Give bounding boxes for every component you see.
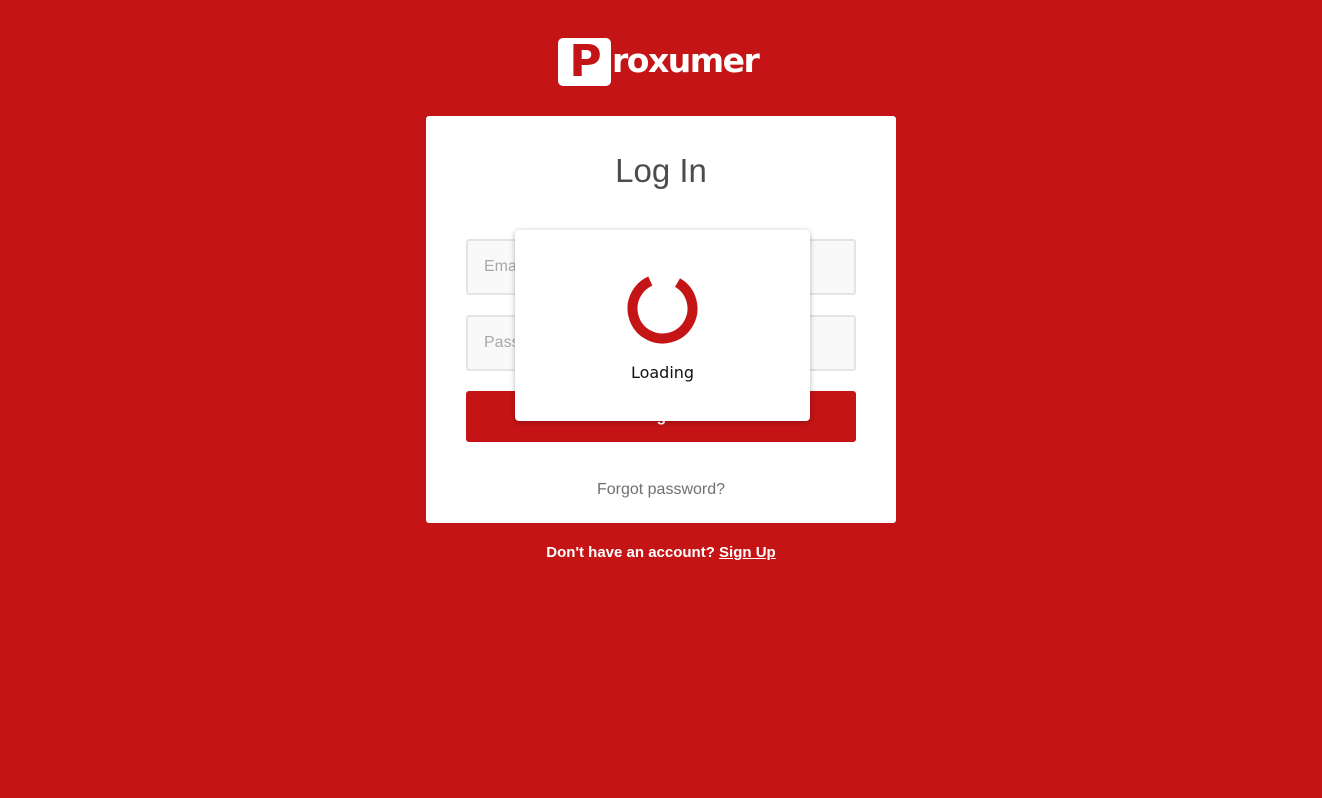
proxumer-logo: P roxumer — [558, 38, 760, 86]
page-title: Log In — [615, 152, 707, 189]
logo-mark-icon: P — [558, 38, 611, 86]
forgot-password-link[interactable]: Forgot password? — [426, 481, 896, 499]
signup-prompt: Don't have an account? Sign Up — [426, 544, 896, 561]
logo-letter: P — [569, 36, 602, 87]
spinner-icon — [627, 273, 698, 344]
signup-link[interactable]: Sign Up — [719, 544, 776, 561]
loading-label: Loading — [630, 363, 695, 382]
loading-dialog: Loading — [515, 230, 810, 421]
signup-prompt-text: Don't have an account? — [546, 544, 715, 561]
login-page: P roxumer Log In Log In Forgot password?… — [0, 0, 1322, 798]
logo-wordmark: roxumer — [612, 40, 760, 80]
